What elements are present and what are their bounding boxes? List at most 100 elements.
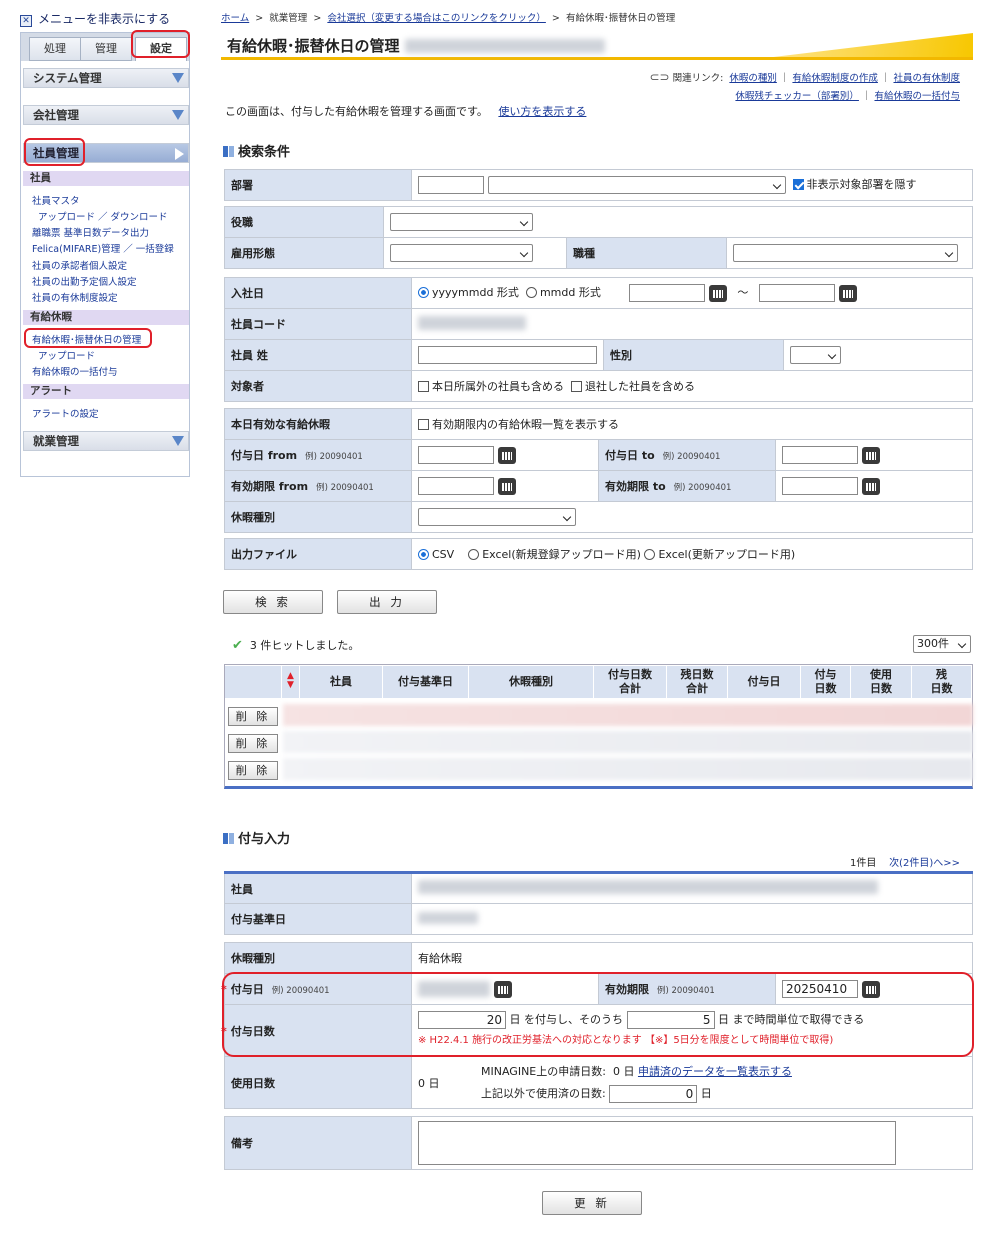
sidebar-section-system[interactable]: システム管理 [23, 68, 189, 88]
gender-select[interactable] [790, 346, 841, 364]
table-row[interactable] [283, 731, 973, 753]
grant-from-input[interactable] [418, 446, 494, 464]
breadcrumb-sep: > [551, 13, 560, 24]
exp-to-label: 有効期限 to 例) 20090401 [598, 470, 776, 502]
group-leave: 有給休暇 [23, 310, 189, 325]
header-grant-total[interactable]: 付与日数 合計 [594, 666, 667, 698]
per-page-select[interactable]: 300件 [913, 635, 971, 653]
valid-today-label: 本日有効な有給休暇 [224, 408, 412, 440]
related-link-create-policy[interactable]: 有給休暇制度の作成 [792, 73, 878, 84]
related-link-leave-types[interactable]: 休暇の種別 [729, 73, 777, 84]
calendar-icon[interactable] [498, 477, 516, 495]
header-base-date[interactable]: 付与基準日 [383, 666, 469, 698]
nav-employee-master[interactable]: 社員マスタ [32, 193, 80, 207]
header-grant-days[interactable]: 付与 日数 [801, 666, 851, 698]
breadcrumb-work: 就業管理 [269, 13, 308, 24]
delete-button[interactable]: 削 除 [228, 761, 278, 780]
nav-felica[interactable]: Felica(MIFARE)管理 ／ 一括登録 [32, 241, 174, 255]
delete-button[interactable]: 削 除 [228, 707, 278, 726]
employment-select[interactable] [390, 244, 533, 262]
breadcrumb-company[interactable]: 会社選択（変更する場合はこのリンクをクリック） [327, 13, 546, 24]
format-yyyymmdd-radio[interactable] [418, 287, 429, 298]
related-link-balance-checker[interactable]: 休暇残チェッカー（部署別） [735, 91, 859, 102]
breadcrumb-sep: > [255, 13, 264, 24]
exp-to-input[interactable] [782, 477, 858, 495]
calendar-icon[interactable] [862, 446, 880, 464]
include-other-dept-checkbox[interactable] [418, 381, 429, 392]
header-employee[interactable]: 社員 [300, 666, 383, 698]
tab-manage[interactable]: 管理 [80, 37, 132, 61]
output-excel-upd-radio[interactable] [644, 549, 656, 560]
link-icon: ⊂⊃ [649, 70, 670, 84]
format-yyyymmdd-label: yyyymmdd 形式 [432, 286, 519, 299]
delete-button[interactable]: 削 除 [228, 734, 278, 753]
company-name-redacted [404, 39, 605, 53]
memo-textarea[interactable] [418, 1121, 896, 1165]
table-row[interactable] [283, 758, 973, 780]
tab-process[interactable]: 処理 [29, 37, 81, 61]
include-retired-checkbox[interactable] [571, 381, 582, 392]
header-leave-type[interactable]: 休暇種別 [469, 666, 594, 698]
grant-to-input[interactable] [782, 446, 858, 464]
app-days-label: MINAGINE上の申請日数: [481, 1064, 606, 1078]
table-row[interactable] [283, 704, 973, 726]
highlight-employee-section [24, 138, 85, 166]
dept-select[interactable] [487, 176, 786, 194]
nav-schedule-settings[interactable]: 社員の出勤予定個人設定 [32, 274, 137, 288]
search-heading-text: 検索条件 [238, 145, 291, 160]
format-mmdd-radio[interactable] [525, 287, 537, 298]
nav-approver-settings[interactable]: 社員の承認者個人設定 [32, 258, 127, 272]
grant-heading-text: 付与入力 [238, 832, 291, 847]
code-label: 社員コード [224, 308, 412, 340]
header-remain-total[interactable]: 残日数 合計 [667, 666, 728, 698]
other-used-input[interactable]: 0 [609, 1084, 698, 1103]
output-excel-new-radio[interactable] [468, 549, 480, 560]
dept-code-input[interactable] [418, 176, 484, 194]
header-used-days[interactable]: 使用 日数 [851, 666, 912, 698]
related-link-bulk-grant[interactable]: 有給休暇の一括付与 [874, 91, 960, 102]
position-select[interactable] [390, 213, 533, 231]
joined-to-input[interactable] [758, 284, 835, 302]
show-applications-link[interactable]: 申請済のデータを一覧表示する [638, 1065, 792, 1078]
calendar-icon[interactable] [708, 284, 727, 302]
calendar-icon[interactable] [862, 477, 880, 495]
hide-dept-checkbox[interactable] [792, 179, 804, 190]
employee-code-redacted[interactable] [418, 315, 526, 330]
breadcrumb-home[interactable]: ホーム [221, 13, 249, 24]
other-used-label: 上記以外で使用済の日数: [481, 1086, 606, 1100]
nav-alert-settings[interactable]: アラートの設定 [32, 406, 99, 420]
output-button[interactable]: 出 力 [337, 590, 437, 614]
pager-current: 1件目 [849, 858, 877, 869]
joined-from-input[interactable] [628, 284, 705, 302]
output-csv-radio[interactable] [418, 549, 429, 560]
header-grant-date[interactable]: 付与日 [728, 666, 801, 698]
hit-count-text: 3 件ヒットしました。 [249, 639, 360, 652]
grant-from-text: 付与日 from [231, 449, 298, 462]
nav-leave-upload[interactable]: アップロード [38, 348, 95, 362]
nav-separation-export[interactable]: 離職票 基準日数データ出力 [32, 225, 149, 239]
sidebar-section-work[interactable]: 就業管理 [23, 431, 189, 451]
pager-next-link[interactable]: 次(2件目)へ>> [889, 858, 960, 869]
intro: この画面は、付与した有給休暇を管理する画面です。 使い方を表示する [225, 103, 586, 119]
related-link-employee-policy[interactable]: 社員の有休制度 [893, 73, 960, 84]
nav-bulk-grant[interactable]: 有給休暇の一括付与 [32, 364, 118, 378]
grant-employee-table: 社員 付与基準日 [224, 871, 973, 935]
header-blank [225, 666, 282, 698]
sidebar-section-company[interactable]: 会社管理 [23, 105, 189, 125]
valid-only-checkbox[interactable] [418, 419, 429, 430]
show-usage-link[interactable]: 使い方を表示する [498, 105, 586, 118]
job-select[interactable] [733, 244, 958, 262]
update-button[interactable]: 更 新 [542, 1191, 642, 1215]
sort-icon[interactable]: ▲ ▼ [282, 666, 300, 698]
exp-from-input[interactable] [418, 477, 494, 495]
leave-type-select[interactable] [418, 508, 576, 526]
calendar-icon[interactable] [838, 284, 857, 302]
search-button[interactable]: 検 索 [223, 590, 323, 614]
calendar-icon[interactable] [498, 446, 516, 464]
hide-menu-toggle[interactable]: ✕ メニューを非表示にする [20, 10, 170, 27]
surname-input[interactable] [418, 346, 597, 364]
header-remain-days[interactable]: 残 日数 [912, 666, 972, 698]
section-icon [223, 146, 234, 157]
nav-upload-download[interactable]: アップロード ／ ダウンロード [38, 209, 168, 223]
nav-leave-policy[interactable]: 社員の有休制度設定 [32, 290, 118, 304]
